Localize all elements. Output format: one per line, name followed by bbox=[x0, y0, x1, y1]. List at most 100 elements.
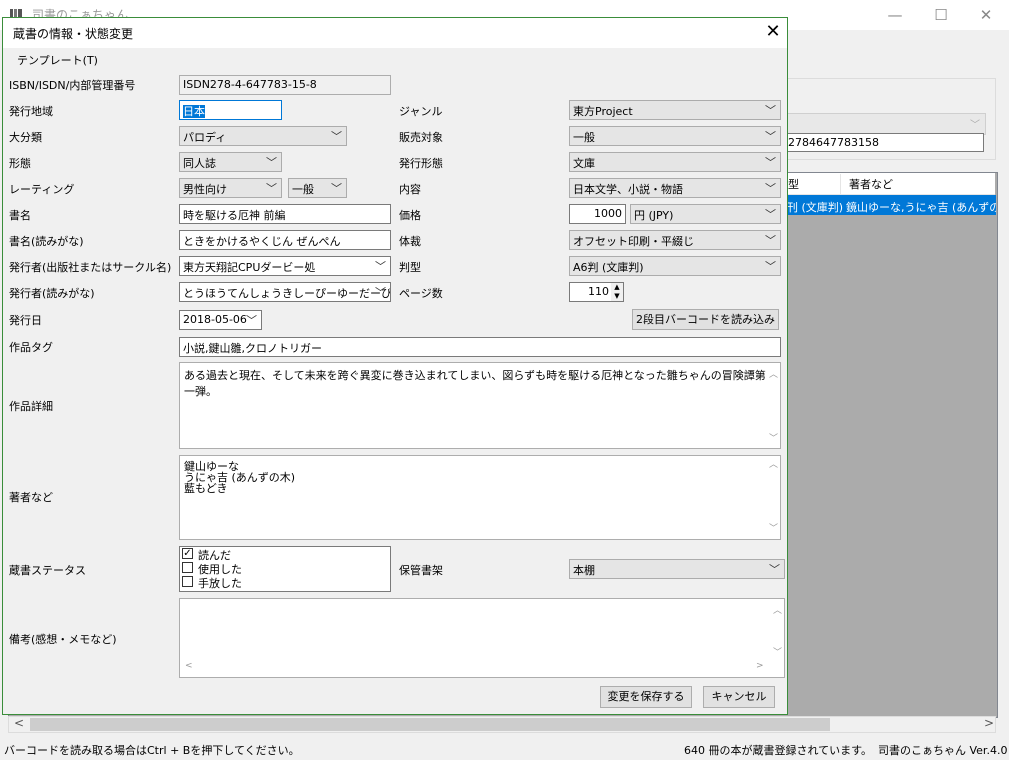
label-notes: 備考(感想・メモなど) bbox=[9, 633, 117, 646]
scroll-down-icon[interactable]: ﹀ bbox=[769, 431, 778, 444]
isbn-field[interactable]: ISDN278-4-647783-15-8 bbox=[179, 75, 391, 95]
target-select[interactable]: 一般 ﹀ bbox=[569, 126, 781, 146]
chevron-down-icon: ﹀ bbox=[765, 104, 776, 117]
region-value: 日本 bbox=[183, 105, 205, 118]
stepper-up-icon[interactable]: ▲ bbox=[611, 283, 623, 292]
genre-value: 東方Project bbox=[573, 105, 633, 118]
label-size: 判型 bbox=[399, 261, 421, 274]
shelf-select[interactable]: 本棚 ﹀ bbox=[569, 559, 785, 579]
scroll-up-icon[interactable]: ︿ bbox=[769, 460, 778, 471]
chevron-down-icon: ﹀ bbox=[331, 182, 342, 195]
stepper-down-icon[interactable]: ▼ bbox=[611, 292, 623, 301]
details-textarea[interactable]: ある過去と現在、そして未来を跨ぐ異変に巻き込まれてしまい、図らずも時を駆ける厄神… bbox=[179, 362, 781, 449]
target-value: 一般 bbox=[573, 131, 595, 144]
label-authors: 著者など bbox=[9, 491, 53, 504]
label-region: 発行地域 bbox=[9, 105, 53, 118]
checkbox-released[interactable] bbox=[182, 576, 193, 587]
publisher-kana-value: とうほうてんしょうきしーぴーゆーだーびーど bbox=[183, 287, 391, 300]
chevron-down-icon: ﹀ bbox=[765, 260, 776, 273]
genre-select[interactable]: 東方Project ﹀ bbox=[569, 100, 781, 120]
pub-form-value: 文庫 bbox=[573, 157, 595, 170]
currency-value: 円 (JPY) bbox=[634, 209, 674, 222]
pub-form-select[interactable]: 文庫 ﹀ bbox=[569, 152, 781, 172]
chevron-down-icon: ﹀ bbox=[375, 286, 386, 299]
table-cell-authors: 鏡山ゆーな,うにゃ吉 (あんずの木 bbox=[846, 201, 996, 214]
category-value: パロディ bbox=[183, 131, 227, 144]
content-select[interactable]: 日本文学、小説・物語 ﹀ bbox=[569, 178, 781, 198]
scroll-left-icon[interactable]: < bbox=[14, 716, 24, 730]
scroll-left-icon[interactable]: < bbox=[185, 661, 193, 671]
menu-template[interactable]: テンプレート(T) bbox=[17, 52, 98, 68]
maximize-button[interactable]: ☐ bbox=[918, 0, 964, 30]
chevron-down-icon: ﹀ bbox=[375, 260, 386, 273]
cancel-button[interactable]: キャンセル bbox=[703, 686, 775, 708]
label-binding: 体裁 bbox=[399, 235, 421, 248]
label-price: 価格 bbox=[399, 209, 421, 222]
publisher-combo[interactable]: 東方天翔記CPUダービー処 ﹀ bbox=[179, 256, 391, 276]
authors-textarea[interactable]: 鍵山ゆーな うにゃ吉 (あんずの木) 藍もどき ︿ ﹀ bbox=[179, 455, 781, 540]
shelf-value: 本棚 bbox=[573, 564, 595, 577]
category-select[interactable]: パロディ ﹀ bbox=[179, 126, 347, 146]
content-value: 日本文学、小説・物語 bbox=[573, 183, 683, 196]
bg-search-combo[interactable] bbox=[783, 113, 986, 135]
size-select[interactable]: A6判 (文庫判) ﹀ bbox=[569, 256, 781, 276]
label-pages: ページ数 bbox=[399, 287, 443, 300]
chevron-down-icon: ﹀ bbox=[765, 182, 776, 195]
rating-select[interactable]: 男性向け ﹀ bbox=[179, 178, 282, 198]
scroll-up-icon[interactable]: ︿ bbox=[773, 603, 782, 616]
date-picker[interactable]: 2018-05-06 ﹀ bbox=[179, 310, 262, 330]
price-field[interactable]: 1000 bbox=[569, 204, 626, 224]
tags-field[interactable]: 小説,鍵山雛,クロノトリガー bbox=[179, 337, 781, 357]
label-status: 蔵書ステータス bbox=[9, 564, 86, 577]
scroll-right-icon[interactable]: > bbox=[984, 716, 994, 730]
chevron-down-icon: ﹀ bbox=[765, 130, 776, 143]
scroll-up-icon[interactable]: ︿ bbox=[769, 367, 778, 380]
publisher-value: 東方天翔記CPUダービー処 bbox=[183, 261, 316, 274]
status-hint: バーコードを読み取る場合はCtrl + Bを押下してください。 bbox=[4, 744, 300, 757]
rating-sub-select[interactable]: 一般 ﹀ bbox=[288, 178, 347, 198]
label-rating: レーティング bbox=[9, 183, 75, 196]
form-select[interactable]: 同人誌 ﹀ bbox=[179, 152, 282, 172]
size-value: A6判 (文庫判) bbox=[573, 261, 644, 274]
label-pub-form: 発行形態 bbox=[399, 157, 443, 170]
label-tags: 作品タグ bbox=[9, 341, 53, 354]
notes-textarea[interactable]: ︿ ﹀ < > bbox=[179, 598, 785, 678]
pages-value: 110 bbox=[588, 285, 609, 298]
currency-select[interactable]: 円 (JPY) ﹀ bbox=[630, 204, 781, 224]
save-button[interactable]: 変更を保存する bbox=[600, 686, 692, 708]
label-date: 発行日 bbox=[9, 314, 42, 327]
title-field[interactable]: 時を駆ける厄神 前編 bbox=[179, 204, 391, 224]
chevron-down-icon: ﹀ bbox=[765, 156, 776, 169]
close-window-button[interactable]: ✕ bbox=[963, 0, 1009, 30]
calendar-dropdown-icon: ﹀ bbox=[246, 314, 257, 327]
checkbox-read[interactable]: ✓ bbox=[182, 548, 193, 559]
bg-isbn-field[interactable]: 2784647783158 bbox=[783, 133, 984, 152]
checkbox-used[interactable] bbox=[182, 562, 193, 573]
column-header-authors[interactable]: 著者など bbox=[849, 176, 893, 192]
read-barcode-button[interactable]: 2段目バーコードを読み込み bbox=[632, 309, 779, 330]
label-publisher: 発行者(出版社またはサークル名) bbox=[9, 261, 172, 274]
form-value: 同人誌 bbox=[183, 157, 216, 170]
region-field[interactable]: 日本 bbox=[179, 100, 282, 120]
status-count: 640 冊の本が蔵書登録されています。 bbox=[684, 744, 873, 757]
close-icon[interactable]: ✕ bbox=[762, 21, 784, 43]
binding-value: オフセット印刷・平綴じ bbox=[573, 235, 694, 248]
column-header-size[interactable]: 型 bbox=[788, 176, 799, 192]
chevron-down-icon: ﹀ bbox=[970, 120, 980, 131]
status-app-version: 司書のこぁちゃん Ver.4.0 bbox=[878, 744, 1008, 757]
chevron-down-icon: ﹀ bbox=[266, 182, 277, 195]
rating-value: 男性向け bbox=[183, 183, 227, 196]
publisher-kana-combo[interactable]: とうほうてんしょうきしーぴーゆーだーびーど ﹀ bbox=[179, 282, 391, 302]
scrollbar-thumb[interactable] bbox=[30, 718, 830, 731]
binding-select[interactable]: オフセット印刷・平綴じ ﹀ bbox=[569, 230, 781, 250]
label-form: 形態 bbox=[9, 157, 31, 170]
chevron-down-icon: ﹀ bbox=[765, 234, 776, 247]
chevron-down-icon: ﹀ bbox=[266, 156, 277, 169]
title-kana-field[interactable]: ときをかけるやくじん ぜんぺん bbox=[179, 230, 391, 250]
scroll-down-icon[interactable]: ﹀ bbox=[773, 645, 782, 658]
scroll-right-icon[interactable]: > bbox=[756, 661, 764, 671]
author-line: 藍もどき bbox=[184, 482, 228, 495]
minimize-button[interactable]: — bbox=[872, 0, 918, 30]
scroll-down-icon[interactable]: ﹀ bbox=[769, 524, 778, 535]
rating-sub-value: 一般 bbox=[292, 183, 314, 196]
